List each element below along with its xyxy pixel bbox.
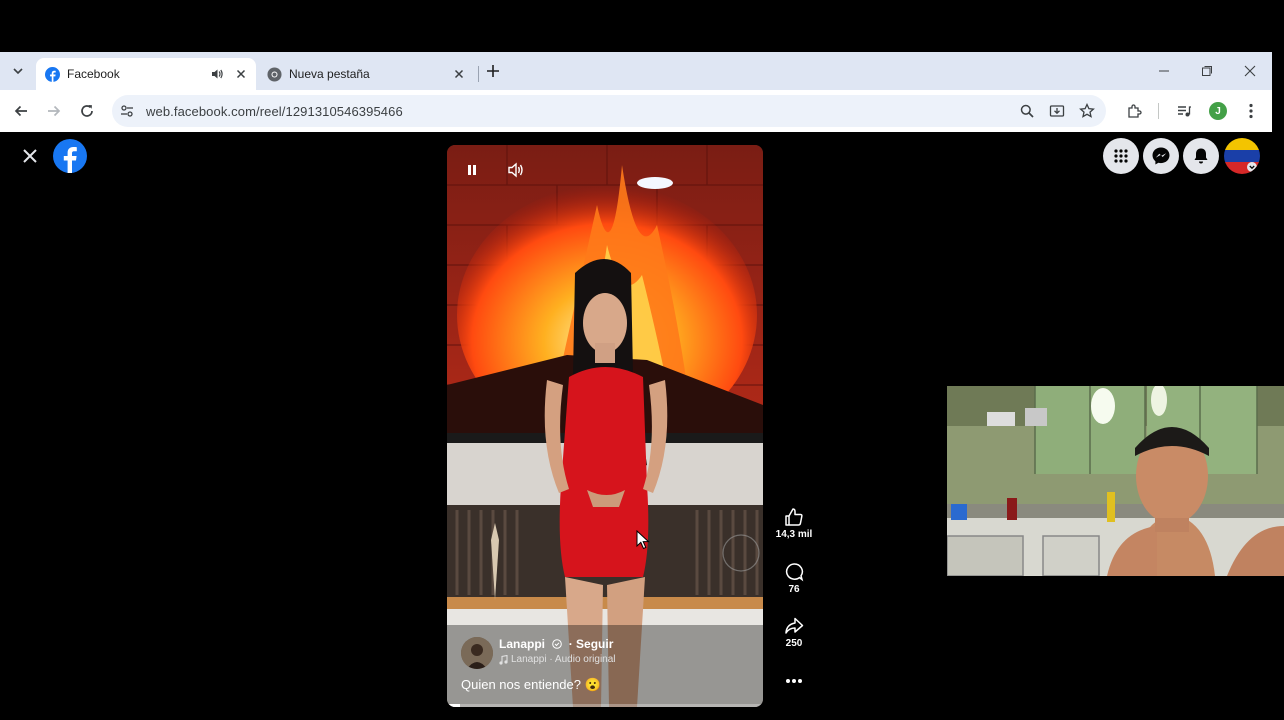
like-button[interactable]: 14,3 mil	[774, 506, 814, 540]
follow-button[interactable]: · Seguir	[569, 637, 614, 651]
close-tab-icon[interactable]	[450, 65, 468, 83]
forward-arrow-icon[interactable]	[42, 99, 66, 123]
reload-icon[interactable]	[75, 99, 99, 123]
author-name-row: Lanappi · Seguir	[499, 637, 613, 651]
webcam-feed-image	[947, 386, 1284, 576]
video-progress-fill	[447, 704, 460, 707]
site-info-icon[interactable]	[118, 102, 136, 120]
extensions-puzzle-icon[interactable]	[1123, 100, 1145, 122]
close-reel-icon[interactable]	[18, 144, 42, 168]
more-menu-icon[interactable]	[1240, 100, 1262, 122]
verified-badge-icon	[552, 639, 563, 649]
chrome-favicon-icon	[267, 66, 282, 82]
share-arrow-icon	[785, 617, 804, 634]
reel-author: Lanappi · Seguir Lanappi · Audio origina…	[461, 635, 751, 671]
tab-facebook[interactable]: Facebook	[36, 58, 256, 90]
comment-count: 76	[788, 584, 800, 595]
author-avatar[interactable]	[461, 637, 493, 669]
pause-icon[interactable]	[459, 157, 485, 183]
tab-search-chevron-icon[interactable]	[6, 60, 30, 82]
account-avatar[interactable]	[1224, 138, 1260, 174]
browser-toolbar: web.facebook.com/reel/1291310546395466 J	[0, 90, 1272, 132]
back-arrow-icon[interactable]	[9, 99, 33, 123]
facebook-favicon-icon	[45, 66, 60, 82]
more-dots-icon	[786, 679, 802, 683]
reel-video[interactable]: Lanappi · Seguir Lanappi · Audio origina…	[447, 145, 763, 707]
volume-icon[interactable]	[503, 157, 529, 183]
media-control-icon[interactable]	[1173, 100, 1195, 122]
music-note-icon	[499, 654, 508, 665]
share-button[interactable]: 250	[774, 615, 814, 649]
comment-bubble-icon	[785, 563, 804, 582]
profile-avatar[interactable]: J	[1209, 102, 1227, 120]
more-options-button[interactable]	[774, 670, 814, 692]
restore-icon[interactable]	[1197, 62, 1217, 80]
close-window-icon[interactable]	[1240, 62, 1260, 80]
mouse-cursor-icon	[636, 530, 650, 550]
facebook-logo-icon[interactable]	[53, 139, 87, 173]
comment-button[interactable]: 76	[774, 561, 814, 595]
messenger-icon[interactable]	[1143, 138, 1179, 174]
audio-info[interactable]: Lanappi · Audio original	[499, 654, 616, 665]
install-app-icon[interactable]	[1047, 101, 1067, 121]
like-count: 14,3 mil	[775, 529, 813, 540]
audio-label: Lanappi · Audio original	[511, 654, 616, 665]
close-tab-icon[interactable]	[232, 65, 250, 83]
toolbar-divider	[1158, 103, 1159, 119]
video-frame-image	[447, 145, 763, 707]
author-name[interactable]: Lanappi	[499, 637, 545, 651]
url-text[interactable]: web.facebook.com/reel/1291310546395466	[146, 104, 403, 119]
reel-caption: Quien nos entiende? 😮	[461, 677, 601, 692]
speaker-icon[interactable]	[208, 65, 226, 83]
tab-title: Nueva pestaña	[289, 67, 370, 81]
webcam-overlay	[947, 386, 1284, 576]
tab-strip: Facebook Nueva pestaña	[0, 52, 1272, 90]
address-bar[interactable]: web.facebook.com/reel/1291310546395466	[112, 95, 1106, 127]
minimize-icon[interactable]	[1154, 62, 1174, 80]
tab-title: Facebook	[67, 67, 120, 81]
tab-new-tab[interactable]: Nueva pestaña	[258, 58, 474, 90]
menu-grid-icon[interactable]	[1103, 138, 1139, 174]
notifications-bell-icon[interactable]	[1183, 138, 1219, 174]
new-tab-plus-icon[interactable]	[484, 62, 502, 80]
video-progress-bar[interactable]	[447, 704, 763, 707]
share-count: 250	[785, 638, 803, 649]
tab-divider	[478, 66, 479, 82]
thumbs-up-icon	[785, 508, 803, 526]
browser-window: Facebook Nueva pestaña web.facebook.com/…	[0, 52, 1272, 132]
zoom-magnifier-icon[interactable]	[1017, 101, 1037, 121]
bookmark-star-icon[interactable]	[1077, 101, 1097, 121]
